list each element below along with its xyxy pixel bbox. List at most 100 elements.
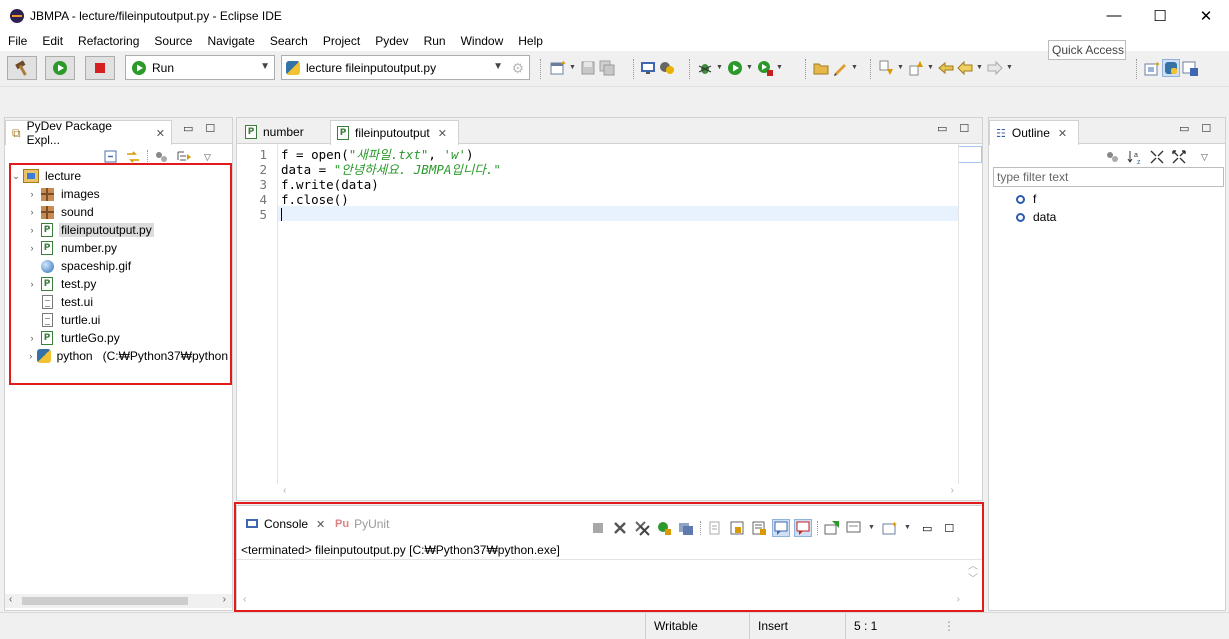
menu-window[interactable]: Window <box>453 34 511 48</box>
scrollbar-thumb[interactable] <box>22 597 188 605</box>
last-edit-location-icon[interactable] <box>938 60 954 76</box>
tree-item-test-py[interactable]: › P test.py <box>25 275 98 293</box>
new-wizard-icon[interactable]: ✦ <box>550 59 567 76</box>
show-on-stderr-icon[interactable] <box>794 519 812 537</box>
word-wrap-icon[interactable] <box>729 520 745 536</box>
scroll-left-icon[interactable]: ‹ <box>283 485 286 496</box>
remove-launch-icon[interactable] <box>612 520 628 536</box>
outline-item-data[interactable]: data <box>1016 210 1056 224</box>
chevron-down-icon[interactable]: ⌄ <box>9 171 23 182</box>
sort-alphabetically-icon[interactable]: az <box>1127 149 1143 166</box>
chevron-down-icon[interactable]: ▼ <box>746 60 754 76</box>
open-console-icon[interactable] <box>640 60 656 76</box>
show-on-stdout-icon[interactable] <box>772 519 790 537</box>
maximize-view-button[interactable]: ☐ <box>1201 122 1211 135</box>
horizontal-scrollbar[interactable]: ‹ › <box>277 485 958 499</box>
menu-help[interactable]: Help <box>510 34 550 48</box>
previous-annotation-icon[interactable] <box>908 60 924 76</box>
close-icon[interactable]: ✕ <box>156 127 165 140</box>
minimize-view-button[interactable]: ▭ <box>183 122 193 135</box>
launch-target-select[interactable]: lecture fileinputoutput.py ▼ ⚙ <box>281 55 530 80</box>
debug-bug-icon[interactable] <box>697 60 713 76</box>
maximize-view-button[interactable]: ☐ <box>959 122 969 135</box>
view-menu-chevron-icon[interactable]: ▽ <box>204 152 211 163</box>
chevron-down-icon[interactable]: ▼ <box>716 60 724 76</box>
close-icon[interactable]: ✕ <box>316 518 325 531</box>
pydev-perspective-icon[interactable] <box>1162 59 1180 77</box>
open-perspective-icon[interactable]: ✦ <box>1144 60 1161 76</box>
overview-ruler-marker[interactable] <box>958 146 982 163</box>
gear-icon[interactable]: ⚙ <box>511 60 524 77</box>
outline-item-f[interactable]: f <box>1016 192 1036 206</box>
collapse-all-icon[interactable] <box>1149 149 1165 165</box>
maximize-button[interactable]: ☐ <box>1137 0 1183 31</box>
collapse-all-icon[interactable] <box>103 149 119 165</box>
maximize-view-button[interactable]: ☐ <box>205 122 215 135</box>
vertical-scrollbar[interactable]: ︿ ﹀ <box>968 560 978 586</box>
chevron-right-icon[interactable]: › <box>25 243 39 253</box>
close-icon[interactable]: ✕ <box>438 127 447 140</box>
chevron-right-icon[interactable]: › <box>25 333 39 343</box>
menu-file[interactable]: File <box>0 34 34 48</box>
java-perspective-icon[interactable] <box>1182 60 1198 76</box>
stop-button[interactable] <box>85 56 115 80</box>
debug-relaunch-icon[interactable] <box>656 520 672 536</box>
chevron-right-icon[interactable]: › <box>25 207 39 217</box>
minimize-view-button[interactable]: ▭ <box>922 522 932 535</box>
scroll-right-icon[interactable]: › <box>223 594 226 605</box>
forward-arrow-icon[interactable] <box>987 60 1003 76</box>
close-icon[interactable]: ✕ <box>1058 127 1067 140</box>
scroll-lock-icon[interactable] <box>707 520 723 536</box>
horizontal-scrollbar[interactable]: ‹ › <box>237 594 964 608</box>
tab-package-explorer[interactable]: ⧉ PyDev Package Expl... ✕ <box>5 119 172 147</box>
run-play-icon[interactable] <box>727 60 743 76</box>
close-button[interactable]: ✕ <box>1183 0 1229 31</box>
tab-fileinputoutput[interactable]: P fileinputoutput ✕ <box>330 120 459 145</box>
tree-item-number[interactable]: › P number.py <box>25 239 119 257</box>
menu-pydev[interactable]: Pydev <box>367 34 415 48</box>
maximize-view-button[interactable]: ☐ <box>944 522 954 535</box>
tree-item-turtle-ui[interactable]: turtle.ui <box>25 311 102 329</box>
new-console-view-icon[interactable] <box>824 520 840 536</box>
pydev-debug-perspective-icon[interactable] <box>659 60 675 76</box>
minimize-view-button[interactable]: ▭ <box>937 122 947 135</box>
link-with-editor-icon[interactable] <box>125 149 141 165</box>
minimize-view-button[interactable]: ▭ <box>1179 122 1189 135</box>
scroll-right-icon[interactable]: › <box>957 594 960 605</box>
chevron-right-icon[interactable]: › <box>25 225 39 235</box>
tree-item-python-interpreter[interactable]: › python (C:₩Python37₩python <box>25 347 230 365</box>
show-console-output-icon[interactable] <box>751 520 767 536</box>
tab-outline[interactable]: ☷ Outline ✕ <box>989 120 1079 145</box>
tab-console[interactable]: Console ✕ <box>239 514 331 534</box>
menu-navigate[interactable]: Navigate <box>199 34 261 48</box>
tree-item-fileinputoutput[interactable]: › P fileinputoutput.py <box>25 221 154 239</box>
chevron-down-icon[interactable]: ▼ <box>976 60 984 76</box>
save-icon[interactable] <box>580 60 596 76</box>
chevron-down-icon[interactable]: ▼ <box>569 60 577 76</box>
tab-pyunit[interactable]: Pu PyUnit <box>329 514 395 534</box>
pen-annotation-icon[interactable] <box>832 60 848 76</box>
run-button[interactable] <box>45 56 75 80</box>
pin-console-icon[interactable] <box>678 520 694 536</box>
quick-access-input[interactable]: Quick Access <box>1048 40 1126 60</box>
scroll-left-icon[interactable]: ‹ <box>9 594 12 605</box>
next-annotation-icon[interactable] <box>878 60 894 76</box>
tree-item-sound[interactable]: › sound <box>25 203 96 221</box>
open-folder-icon[interactable] <box>813 60 829 76</box>
chevron-down-icon[interactable]: ▼ <box>897 60 905 76</box>
code-text-area[interactable]: f = open("새파일.txt", 'w') data = "안녕하세요. … <box>277 144 958 484</box>
open-console-icon[interactable]: ✦ <box>882 520 898 536</box>
horizontal-scrollbar[interactable]: ‹ › <box>5 594 232 608</box>
run-config-select[interactable]: Run ▼ <box>125 55 275 80</box>
back-arrow-icon[interactable] <box>957 60 973 76</box>
menu-project[interactable]: Project <box>315 34 367 48</box>
menu-run[interactable]: Run <box>416 34 453 48</box>
chevron-right-icon[interactable]: › <box>25 279 39 289</box>
menu-search[interactable]: Search <box>262 34 315 48</box>
chevron-down-icon[interactable]: ▼ <box>776 60 784 76</box>
tree-item-turtlego[interactable]: › P turtleGo.py <box>25 329 122 347</box>
outline-filter-input[interactable]: type filter text <box>993 167 1224 187</box>
chevron-right-icon[interactable]: › <box>25 189 39 199</box>
chevron-down-icon[interactable]: ▼ <box>904 520 912 536</box>
tree-layout-icon[interactable] <box>176 149 192 165</box>
